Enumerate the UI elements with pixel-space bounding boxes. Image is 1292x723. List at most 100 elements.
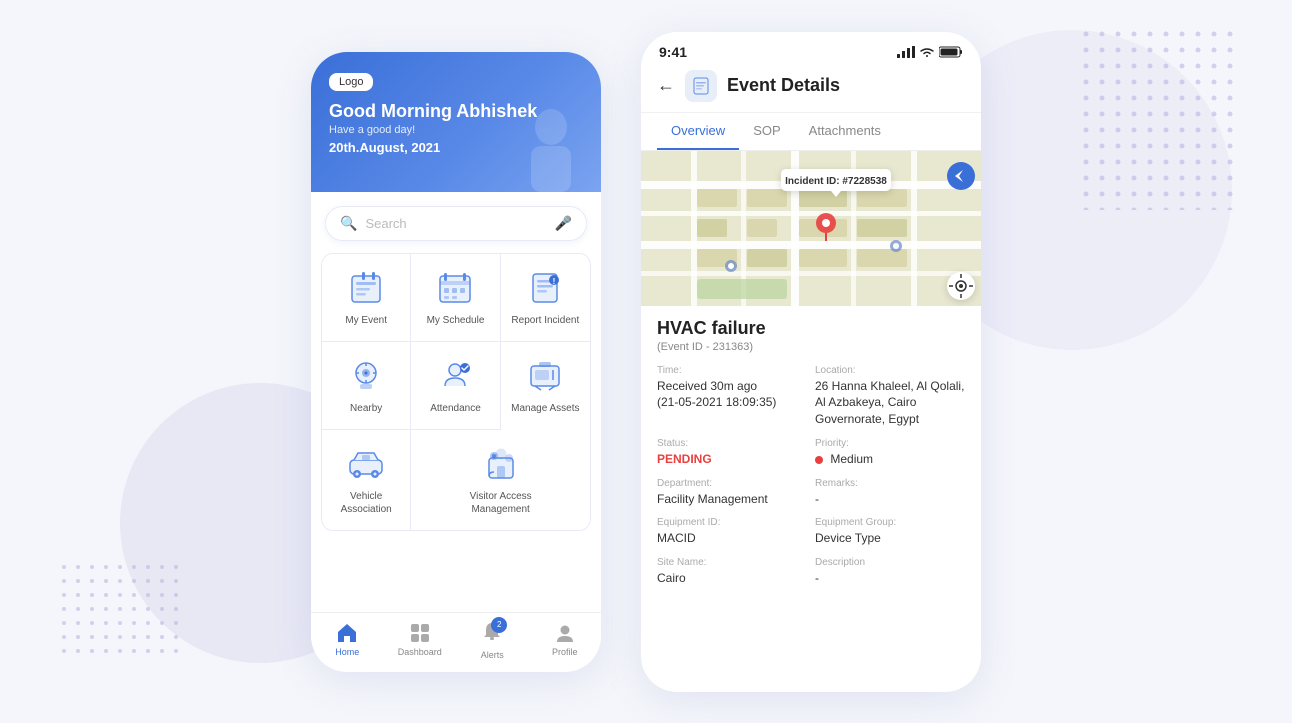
- my-schedule-icon: [433, 268, 477, 308]
- status-label: Status:: [657, 438, 807, 449]
- nav-home-label: Home: [335, 647, 359, 657]
- search-bar[interactable]: 🔍 Search 🎤: [325, 206, 587, 241]
- priority-dot: [815, 456, 823, 464]
- tabs-row: Overview SOP Attachments: [641, 113, 981, 151]
- field-location: Location: 26 Hanna Khaleel, Al Qolali, A…: [815, 365, 965, 428]
- screens-container: Logo Good Morning Abhishek Have a good d…: [311, 32, 981, 692]
- my-schedule-label: My Schedule: [427, 314, 485, 327]
- alerts-icon-wrapper: 2: [481, 621, 503, 648]
- description-label: Description: [815, 557, 965, 568]
- status-time: 9:41: [659, 44, 687, 60]
- menu-grid-section: My Event: [311, 241, 601, 531]
- logo-label: Logo: [329, 73, 373, 91]
- home-icon: [335, 621, 359, 645]
- report-incident-icon: !: [523, 268, 567, 308]
- location-value: 26 Hanna Khaleel, Al Qolali, Al Azbakeya…: [815, 378, 965, 428]
- wifi-icon: [919, 46, 935, 58]
- nav-dashboard-label: Dashboard: [398, 647, 442, 657]
- event-title: HVAC failure: [657, 318, 965, 339]
- department-value: Facility Management: [657, 491, 807, 508]
- event-details-icon: [685, 70, 717, 102]
- remarks-value: -: [815, 491, 965, 508]
- priority-value: Medium: [815, 451, 965, 468]
- tab-sop[interactable]: SOP: [739, 113, 794, 150]
- nav-alerts-label: Alerts: [481, 650, 504, 660]
- remarks-label: Remarks:: [815, 478, 965, 489]
- department-label: Department:: [657, 478, 807, 489]
- svg-text:Incident ID: #7228538: Incident ID: #7228538: [785, 176, 887, 187]
- visitor-access-icon: [479, 444, 523, 484]
- tab-overview[interactable]: Overview: [657, 113, 739, 150]
- grid-item-manage-assets[interactable]: Manage Assets: [501, 342, 590, 430]
- phone-1: Logo Good Morning Abhishek Have a good d…: [311, 52, 601, 672]
- equipment-group-value: Device Type: [815, 530, 965, 547]
- report-incident-label: Report Incident: [511, 314, 579, 327]
- location-label: Location:: [815, 365, 965, 376]
- field-status: Status: PENDING: [657, 438, 807, 468]
- event-id: (Event ID - 231363): [657, 341, 965, 353]
- grid-item-nearby[interactable]: Nearby: [322, 342, 411, 430]
- field-description: Description -: [815, 557, 965, 587]
- my-event-icon: [344, 268, 388, 308]
- field-department: Department: Facility Management: [657, 478, 807, 508]
- grid-item-vehicle-association[interactable]: Vehicle Association: [322, 430, 411, 530]
- tab-attachments[interactable]: Attachments: [795, 113, 895, 150]
- my-event-label: My Event: [345, 314, 387, 327]
- mic-icon[interactable]: 🎤: [555, 215, 572, 232]
- status-value: PENDING: [657, 451, 807, 468]
- map-svg: Incident ID: #7228538: [641, 151, 981, 306]
- bg-dots-bottom-left: [60, 563, 180, 663]
- nav-item-alerts[interactable]: 2 Alerts: [467, 621, 517, 660]
- grid-item-my-event[interactable]: My Event: [322, 254, 411, 342]
- site-name-value: Cairo: [657, 570, 807, 587]
- profile-icon: [553, 621, 577, 645]
- manage-assets-label: Manage Assets: [511, 402, 579, 415]
- grid-item-visitor-access[interactable]: Visitor Access Management: [411, 430, 590, 530]
- grid-item-my-schedule[interactable]: My Schedule: [411, 254, 500, 342]
- bottom-nav: Home Dashboard: [311, 612, 601, 672]
- site-name-label: Site Name:: [657, 557, 807, 568]
- field-equipment-id: Equipment ID: MACID: [657, 517, 807, 547]
- back-button[interactable]: ←: [657, 75, 675, 96]
- dashboard-icon: [408, 621, 432, 645]
- nav-item-profile[interactable]: Profile: [540, 621, 590, 660]
- manage-assets-icon: [523, 356, 567, 396]
- description-value: -: [815, 570, 965, 587]
- status-icons: [897, 46, 963, 58]
- grid-item-attendance[interactable]: Attendance: [411, 342, 500, 430]
- nav-profile-label: Profile: [552, 647, 578, 657]
- visitor-access-label: Visitor Access Management: [470, 490, 532, 516]
- vehicle-association-icon: [344, 444, 388, 484]
- signal-icon: [897, 46, 915, 58]
- menu-grid: My Event: [321, 253, 591, 531]
- nearby-icon: [344, 356, 388, 396]
- event-details-grid: Time: Received 30m ago(21-05-2021 18:09:…: [657, 365, 965, 588]
- nav-item-dashboard[interactable]: Dashboard: [395, 621, 445, 660]
- equipment-id-value: MACID: [657, 530, 807, 547]
- map-area: Incident ID: #7228538: [641, 151, 981, 306]
- field-site-name: Site Name: Cairo: [657, 557, 807, 587]
- equipment-group-label: Equipment Group:: [815, 517, 965, 528]
- field-priority: Priority: Medium: [815, 438, 965, 468]
- svg-text:!: !: [553, 277, 556, 286]
- event-body: HVAC failure (Event ID - 231363) Time: R…: [641, 306, 981, 600]
- search-placeholder: Search: [365, 216, 546, 231]
- nav-item-home[interactable]: Home: [322, 621, 372, 660]
- battery-icon: [939, 46, 963, 58]
- priority-label: Priority:: [815, 438, 965, 449]
- time-label: Time:: [657, 365, 807, 376]
- nearby-label: Nearby: [350, 402, 382, 415]
- grid-item-report-incident[interactable]: ! Report Incident: [501, 254, 590, 342]
- vehicle-association-label: Vehicle Association: [341, 490, 392, 516]
- field-time: Time: Received 30m ago(21-05-2021 18:09:…: [657, 365, 807, 428]
- header-person-icon: [511, 102, 591, 192]
- time-value: Received 30m ago(21-05-2021 18:09:35): [657, 378, 807, 412]
- event-details-header: ← Event Details: [641, 64, 981, 113]
- alerts-badge: 2: [491, 617, 507, 633]
- event-details-title: Event Details: [727, 75, 840, 96]
- phone1-header: Logo Good Morning Abhishek Have a good d…: [311, 52, 601, 192]
- search-icon: 🔍: [340, 215, 357, 232]
- bg-dots-top-right: [1082, 30, 1242, 210]
- attendance-label: Attendance: [430, 402, 481, 415]
- field-remarks: Remarks: -: [815, 478, 965, 508]
